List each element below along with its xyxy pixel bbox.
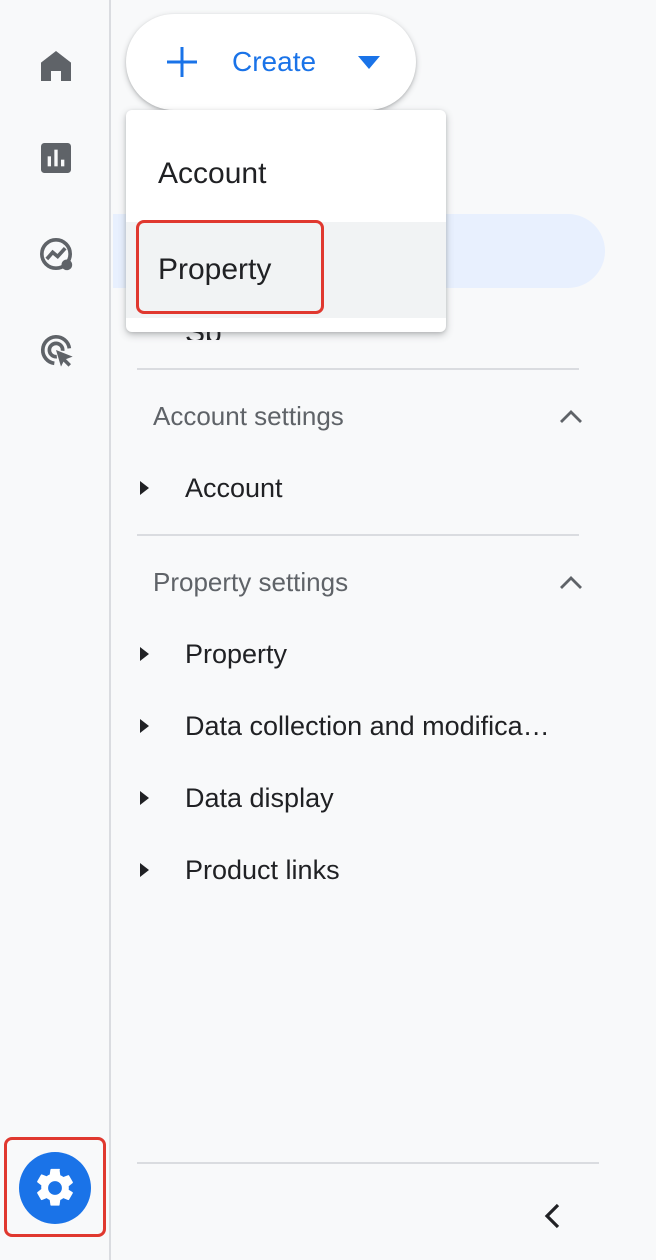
property-settings-header[interactable]: Property settings [153,562,583,602]
expand-arrow-icon [140,863,149,877]
bottom-divider [137,1162,599,1164]
plus-icon [167,47,197,77]
admin-settings-button[interactable] [19,1152,91,1224]
caret-down-icon[interactable] [358,56,380,70]
nav-item-account[interactable]: Account [137,463,597,513]
nav-item-label: Data display [185,782,334,813]
nav-item-data-display[interactable]: Data display [137,773,597,823]
collapse-panel-button[interactable] [531,1196,575,1236]
explore-icon[interactable] [30,228,82,280]
create-dropdown-menu: Account Property [126,110,446,332]
reports-icon[interactable] [30,132,82,184]
nav-item-label: Property [185,638,288,669]
expand-arrow-icon [140,719,149,733]
menu-item-label: Account [158,157,267,190]
home-icon[interactable] [30,40,82,92]
section-title: Account settings [153,400,344,431]
menu-item-account[interactable]: Account [126,126,446,222]
left-rail [0,0,111,1260]
nav-item-property[interactable]: Property [137,629,597,679]
create-button-label: Create [232,46,317,77]
chevron-up-icon [560,410,582,423]
nav-item-label: Product links [185,854,340,885]
admin-panel: Sp Create Account Property Account setti… [113,0,656,1260]
property-highlight-box [136,220,324,314]
chevron-up-icon [560,576,582,589]
section-divider [137,368,579,370]
nav-item-data-collection[interactable]: Data collection and modifica… [137,701,597,751]
section-title: Property settings [153,566,349,597]
admin-app: Sp Create Account Property Account setti… [0,0,656,1260]
nav-item-label: Account [185,472,283,503]
account-settings-header[interactable]: Account settings [153,396,583,436]
expand-arrow-icon [140,481,149,495]
nav-item-label: Data collection and modifica… [185,710,550,741]
section-divider [137,534,579,536]
create-button[interactable]: Create [126,14,416,110]
advertising-icon[interactable] [30,324,82,376]
chevron-left-icon [544,1203,560,1229]
expand-arrow-icon [140,791,149,805]
gear-icon [37,1168,73,1206]
nav-item-product-links[interactable]: Product links [137,845,597,895]
expand-arrow-icon [140,647,149,661]
